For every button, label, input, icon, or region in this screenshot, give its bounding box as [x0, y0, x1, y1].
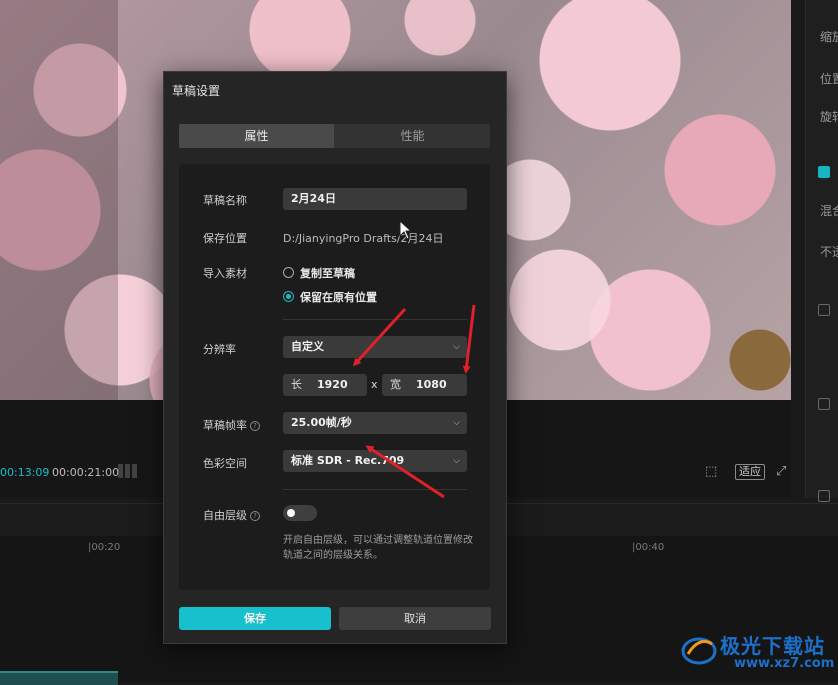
dimension-separator: x — [371, 378, 378, 391]
dialog-title: 草稿设置 — [172, 84, 221, 98]
settings-card: 草稿名称 2月24日 保存位置 D:/JianyingPro Drafts/2月… — [179, 164, 490, 590]
rp-label-blend: 混合 — [820, 204, 838, 218]
resolution-value: 自定义 — [291, 340, 324, 353]
radio-keep-original[interactable]: 保留在原有位置 — [283, 289, 377, 305]
save-button[interactable]: 保存 — [179, 607, 331, 630]
draft-name-value: 2月24日 — [291, 192, 336, 205]
rp-label-scale: 缩放 — [820, 30, 838, 44]
height-value: 1080 — [416, 378, 447, 391]
color-space-select[interactable]: 标准 SDR - Rec.709 ⌵ — [283, 450, 467, 472]
draft-settings-dialog: 草稿设置 属性 性能 草稿名称 2月24日 保存位置 D:/JianyingPr… — [163, 71, 507, 644]
chevron-down-icon: ⌵ — [453, 456, 460, 466]
divider — [283, 319, 467, 320]
ratio-button[interactable]: 适应 — [735, 464, 765, 480]
ruler-mark: |00:20 — [88, 542, 121, 553]
rp-label-position: 位置 — [820, 72, 838, 86]
radio-copy-to-draft[interactable]: 复制至草稿 — [283, 265, 355, 281]
radio-label: 复制至草稿 — [300, 267, 355, 280]
current-timecode: 00:13:09 — [0, 466, 50, 479]
width-prefix: 长 — [291, 378, 302, 391]
radio-icon — [283, 267, 294, 278]
timeline-clip[interactable] — [0, 671, 118, 685]
watermark: 极光下载站 www.xz7.com — [680, 628, 834, 676]
help-icon[interactable]: ? — [250, 421, 260, 431]
rp-label-rotate: 旋转 — [820, 110, 838, 124]
free-layer-hint: 开启自由层级，可以通过调整轨道位置修改轨道之间的层级关系。 — [283, 535, 473, 561]
resolution-label: 分辨率 — [203, 343, 236, 356]
frame-rate-label: 草稿帧率? — [203, 417, 260, 433]
grid-icon[interactable] — [118, 464, 138, 478]
watermark-url: www.xz7.com — [734, 656, 835, 671]
rp-checkbox[interactable] — [818, 490, 830, 502]
height-prefix: 宽 — [390, 378, 401, 391]
fullscreen-icon[interactable]: ⤢ — [776, 464, 786, 479]
rp-label-opacity: 不透 — [820, 245, 838, 259]
rp-checkbox[interactable] — [818, 398, 830, 410]
tab-performance[interactable]: 性能 — [335, 124, 490, 148]
divider — [283, 489, 467, 490]
help-icon[interactable]: ? — [250, 511, 260, 521]
watermark-logo-icon — [681, 637, 717, 665]
radio-selected-icon — [283, 291, 294, 302]
frame-rate-select[interactable]: 25.00帧/秒 ⌵ — [283, 412, 467, 434]
width-input[interactable]: 长 1920 — [283, 374, 367, 396]
save-location-value[interactable]: D:/JianyingPro Drafts/2月24日 — [283, 230, 444, 246]
rp-checkbox[interactable] — [818, 166, 830, 178]
cancel-button[interactable]: 取消 — [339, 607, 491, 630]
color-space-label: 色彩空间 — [203, 457, 247, 470]
save-location-label: 保存位置 — [203, 232, 247, 245]
chevron-down-icon: ⌵ — [453, 342, 460, 352]
width-value: 1920 — [317, 378, 348, 391]
preview-edge — [0, 0, 118, 400]
draft-name-input[interactable]: 2月24日 — [283, 188, 467, 210]
color-space-value: 标准 SDR - Rec.709 — [291, 454, 405, 467]
tab-properties[interactable]: 属性 — [179, 124, 334, 148]
height-input[interactable]: 宽 1080 — [382, 374, 467, 396]
import-media-label: 导入素材 — [203, 267, 247, 280]
screenshot-icon[interactable]: ⬚ — [705, 464, 717, 479]
right-properties-panel: 缩放 位置 旋转 混合 不透 — [805, 0, 838, 502]
free-layer-toggle[interactable] — [283, 505, 317, 521]
ruler-mark: |00:40 — [632, 542, 665, 553]
resolution-select[interactable]: 自定义 ⌵ — [283, 336, 467, 358]
mouse-cursor-icon — [399, 220, 413, 240]
radio-label: 保留在原有位置 — [300, 291, 377, 304]
draft-name-label: 草稿名称 — [203, 194, 247, 207]
total-timecode: 00:00:21:00 — [52, 466, 120, 479]
tab-bar: 属性 性能 — [179, 124, 490, 148]
chevron-down-icon: ⌵ — [453, 418, 460, 428]
free-layer-label: 自由层级? — [203, 507, 260, 523]
frame-rate-value: 25.00帧/秒 — [291, 416, 352, 429]
watermark-text: 极光下载站 — [720, 634, 825, 658]
rp-checkbox[interactable] — [818, 304, 830, 316]
